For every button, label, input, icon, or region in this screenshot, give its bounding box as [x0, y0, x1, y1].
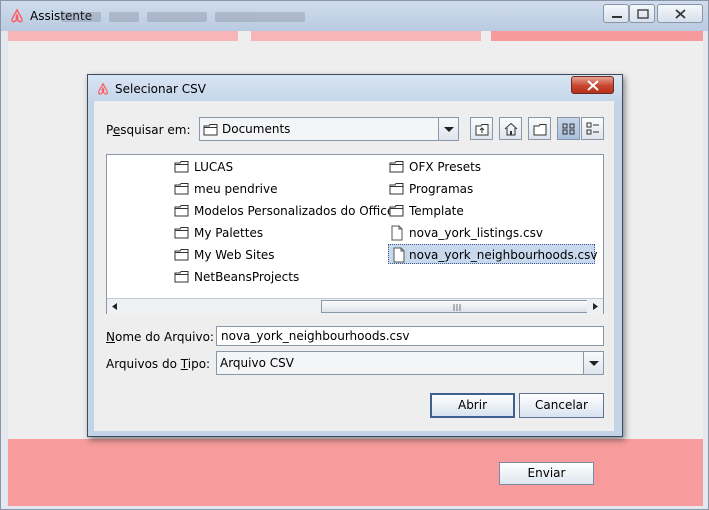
- new-folder-button[interactable]: [528, 117, 551, 140]
- look-in-label: Pesquisar em:: [106, 123, 191, 137]
- header-strip-left: [8, 31, 238, 41]
- horizontal-scrollbar[interactable]: [107, 298, 603, 314]
- maximize-button[interactable]: [629, 4, 655, 23]
- dialog-titlebar[interactable]: Selecionar CSV: [88, 75, 622, 102]
- open-button[interactable]: Abrir: [430, 393, 515, 418]
- folder-icon: [174, 183, 189, 195]
- grip-icon: [453, 304, 461, 311]
- close-button[interactable]: [657, 4, 703, 23]
- list-view-icon: [562, 123, 575, 135]
- background-blur-content: [61, 11, 381, 25]
- folder-icon: [389, 205, 404, 217]
- filetype-label: Arquivos do Tipo:: [106, 357, 211, 371]
- folder-icon: [174, 271, 189, 283]
- dialog-close-button[interactable]: [571, 76, 614, 94]
- minimize-button[interactable]: [603, 4, 629, 23]
- folder-icon: [174, 249, 189, 261]
- folder-icon: [174, 161, 189, 173]
- folder-icon: [174, 205, 189, 217]
- list-view-button[interactable]: [557, 117, 580, 140]
- send-button[interactable]: Enviar: [499, 462, 594, 485]
- chevron-down-icon: [589, 361, 599, 366]
- details-view-icon: [586, 122, 599, 135]
- filetype-value: Arquivo CSV: [220, 356, 294, 370]
- folder-icon: [389, 161, 404, 173]
- maximize-icon: [637, 9, 649, 19]
- filetype-combo[interactable]: Arquivo CSV: [216, 351, 604, 375]
- scroll-right-button[interactable]: [587, 299, 603, 314]
- chevron-left-icon: [112, 303, 117, 310]
- filename-label: Nome do Arquivo:: [106, 330, 214, 344]
- file-icon: [391, 225, 403, 241]
- look-in-value: Documents: [222, 122, 291, 136]
- filetype-dropdown-arrow[interactable]: [583, 352, 603, 374]
- chevron-down-icon: [444, 127, 454, 132]
- new-folder-icon: [533, 124, 547, 136]
- folder-icon: [203, 124, 218, 136]
- header-strip-right: [491, 31, 703, 41]
- chevron-right-icon: [593, 303, 598, 310]
- look-in-combo[interactable]: Documents: [199, 117, 459, 141]
- look-in-dropdown-arrow[interactable]: [438, 118, 458, 140]
- footer-panel: [8, 439, 703, 506]
- home-icon: [504, 122, 518, 136]
- airbnb-logo-icon: [11, 8, 23, 23]
- dialog-title: Selecionar CSV: [115, 82, 206, 96]
- up-one-level-icon: [475, 124, 489, 136]
- scroll-left-button[interactable]: [107, 299, 123, 314]
- scrollbar-thumb[interactable]: [321, 300, 591, 313]
- close-icon: [587, 80, 599, 91]
- minimize-icon: [612, 16, 622, 18]
- cancel-button[interactable]: Cancelar: [519, 393, 604, 418]
- close-icon: [675, 9, 686, 19]
- file-list[interactable]: LUCAS meu pendrive Modelos Personalizado…: [106, 154, 604, 314]
- filename-input[interactable]: nova_york_neighbourhoods.csv: [216, 326, 604, 346]
- folder-icon: [389, 183, 404, 195]
- airbnb-logo-icon: [98, 82, 108, 95]
- details-view-button[interactable]: [581, 117, 604, 140]
- list-item-file-selected[interactable]: nova_york_neighbourhoods.csv: [388, 244, 597, 264]
- home-button[interactable]: [499, 117, 522, 140]
- file-icon: [393, 247, 405, 263]
- folder-icon: [174, 227, 189, 239]
- header-strip-middle: [251, 31, 481, 41]
- up-one-level-button[interactable]: [470, 117, 493, 140]
- window-titlebar[interactable]: Assistente: [1, 1, 708, 31]
